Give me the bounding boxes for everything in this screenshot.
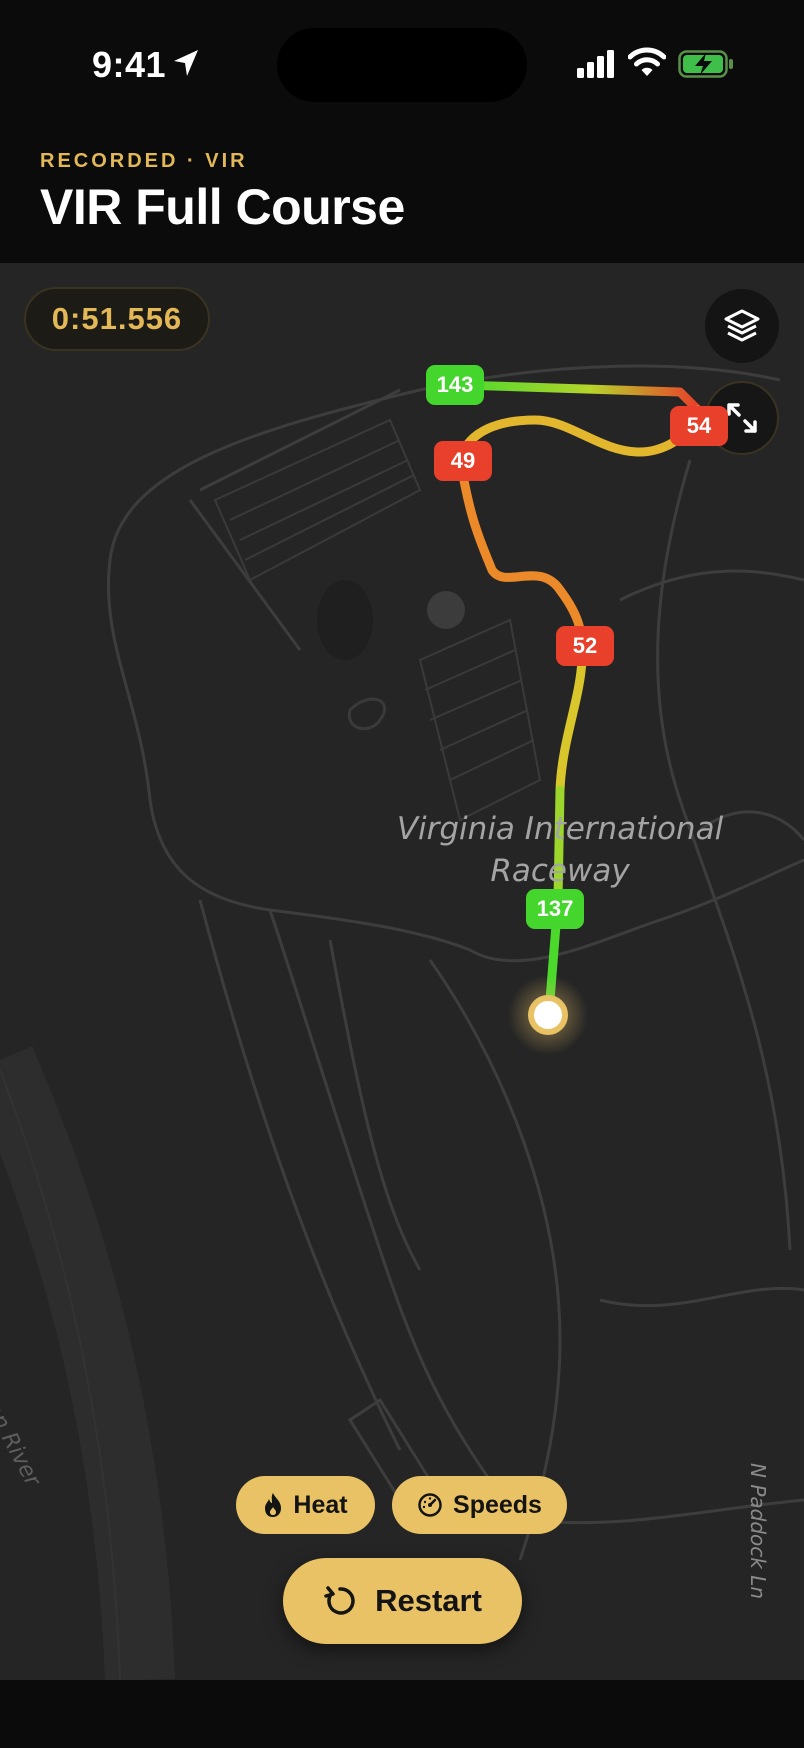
place-label-line2: Raceway: [490, 853, 630, 889]
speed-tag-137[interactable]: 137: [526, 889, 584, 929]
heat-label: Heat: [293, 1490, 348, 1519]
restart-icon: [324, 1586, 355, 1615]
layers-button[interactable]: [705, 289, 779, 363]
speeds-label: Speeds: [453, 1490, 542, 1519]
layers-icon: [724, 309, 760, 342]
wifi-icon: [628, 47, 666, 76]
flame-icon: [265, 1493, 282, 1517]
expand-icon: [727, 403, 757, 433]
speed-tag-49[interactable]: 49: [434, 441, 492, 481]
track-map[interactable]: 0:51.556 143 54 49 52 137 Virginia Inter…: [0, 263, 804, 1680]
dynamic-island: [277, 28, 527, 102]
page-title: VIR Full Course: [40, 179, 405, 235]
speedometer-icon: [418, 1493, 442, 1517]
place-label-line1: Virginia International: [396, 811, 724, 847]
speed-tag-143[interactable]: 143: [426, 365, 484, 405]
speeds-toggle[interactable]: Speeds: [392, 1476, 567, 1534]
restart-button[interactable]: Restart: [283, 1558, 522, 1644]
battery-charging-icon: [678, 50, 733, 78]
place-label: Virginia International Raceway: [390, 808, 730, 892]
session-eyebrow: RECORDED · VIR: [40, 150, 248, 172]
road-label: N Paddock Ln: [746, 1463, 770, 1600]
heat-toggle[interactable]: Heat: [236, 1476, 375, 1534]
speed-tag-54[interactable]: 54: [670, 406, 728, 446]
header: RECORDED · VIR VIR Full Course: [0, 130, 804, 263]
bottom-safe-area: [0, 1680, 804, 1748]
lap-timer: 0:51.556: [24, 287, 210, 351]
restart-label: Restart: [375, 1583, 482, 1618]
cellular-signal-icon: [577, 50, 614, 78]
location-arrow-icon: [174, 50, 198, 76]
speed-tag-52[interactable]: 52: [556, 626, 614, 666]
status-time: 9:41: [92, 44, 167, 85]
status-bar: 9:41: [0, 0, 804, 130]
map-base-layer: [0, 364, 804, 1680]
